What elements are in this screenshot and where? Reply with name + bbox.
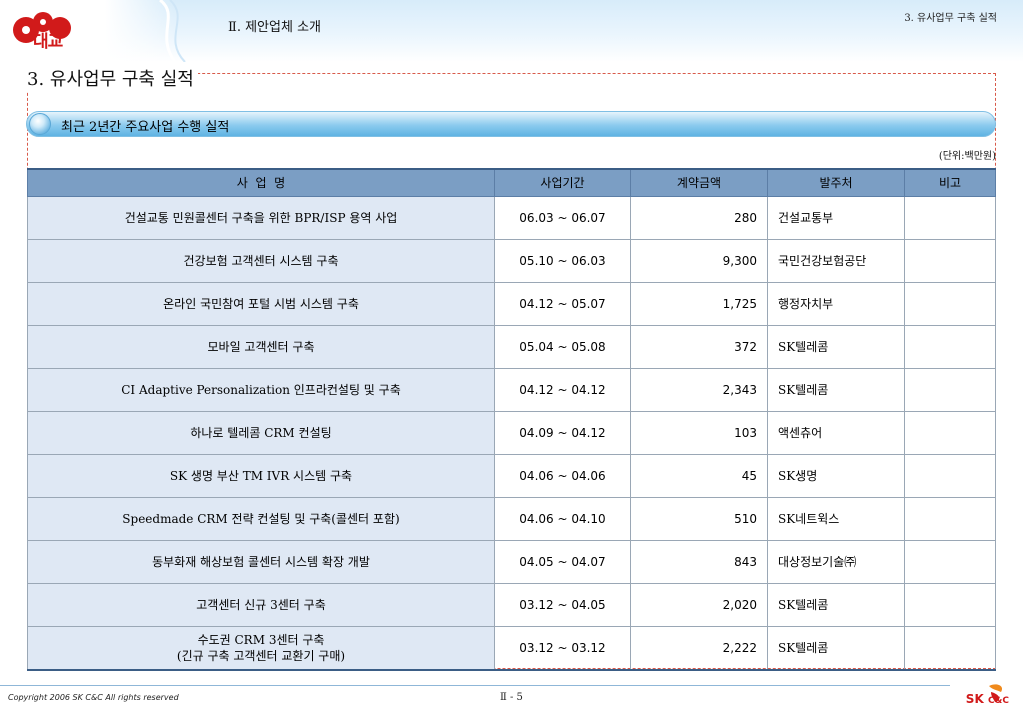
project-client: SK텔레콤 — [767, 367, 905, 412]
header-client: 발주처 — [767, 168, 905, 197]
project-name: CI Adaptive Personalization 인프라컨설팅 및 구축 — [27, 367, 495, 412]
project-note — [904, 195, 996, 240]
project-note — [904, 453, 996, 498]
page-title: 3. 유사업무 구축 실적 — [27, 68, 198, 92]
project-name: Speedmade CRM 전략 컨설팅 및 구축(콜센터 포함) — [27, 496, 495, 541]
project-note — [904, 410, 996, 455]
project-amount: 103 — [630, 410, 768, 455]
header-period: 사업기간 — [494, 168, 631, 197]
project-period: 03.12 ~ 03.12 — [494, 625, 631, 671]
sk-brand-sub: C&C — [987, 696, 1009, 706]
corner-title: 3. 유사업무 구축 실적 — [904, 13, 997, 24]
project-amount: 843 — [630, 539, 768, 584]
project-client: 국민건강보험공단 — [767, 238, 905, 283]
project-note — [904, 238, 996, 283]
project-client: 대상정보기술㈜ — [767, 539, 905, 584]
project-name-line1: 수도권 CRM 3센터 구축 — [197, 632, 325, 647]
project-client: SK네트윅스 — [767, 496, 905, 541]
project-amount: 2,343 — [630, 367, 768, 412]
project-amount: 9,300 — [630, 238, 768, 283]
project-name-line2: (긴규 구축 고객센터 교환기 구매) — [176, 648, 346, 663]
table-header-row: 사 업 명 사업기간 계약금액 발주처 비고 — [27, 168, 996, 197]
project-period: 06.03 ~ 06.07 — [494, 195, 631, 240]
project-client: SK텔레콤 — [767, 625, 905, 671]
project-note — [904, 324, 996, 369]
project-amount: 2,222 — [630, 625, 768, 671]
project-client: SK텔레콤 — [767, 582, 905, 627]
project-period: 04.12 ~ 05.07 — [494, 281, 631, 326]
project-note — [904, 539, 996, 584]
header-amount: 계약금액 — [630, 168, 768, 197]
project-amount: 280 — [630, 195, 768, 240]
project-name: 수도권 CRM 3센터 구축 (긴규 구축 고객센터 교환기 구매) — [27, 625, 495, 671]
project-amount: 372 — [630, 324, 768, 369]
project-amount: 1,725 — [630, 281, 768, 326]
table-row: 온라인 국민참여 포털 시범 시스템 구축 04.12 ~ 05.07 1,72… — [27, 281, 996, 326]
project-period: 05.04 ~ 05.08 — [494, 324, 631, 369]
project-period: 04.06 ~ 04.10 — [494, 496, 631, 541]
project-period: 04.12 ~ 04.12 — [494, 367, 631, 412]
project-client: 행정자치부 — [767, 281, 905, 326]
project-client: SK생명 — [767, 453, 905, 498]
project-amount: 2,020 — [630, 582, 768, 627]
project-client: 액센츄어 — [767, 410, 905, 455]
project-amount: 45 — [630, 453, 768, 498]
project-period: 04.06 ~ 04.06 — [494, 453, 631, 498]
copyright-text: Copyright 2006 SK C&C All rights reserve… — [8, 693, 179, 702]
project-name: 온라인 국민참여 포털 시범 시스템 구축 — [27, 281, 495, 326]
subheading-bar: 최근 2년간 주요사업 수행 실적 — [26, 111, 996, 137]
project-note — [904, 582, 996, 627]
table-row: 하나로 텔레콤 CRM 컨설팅 04.09 ~ 04.12 103 액센츄어 — [27, 410, 996, 455]
table-row: CI Adaptive Personalization 인프라컨설팅 및 구축 … — [27, 367, 996, 412]
project-period: 03.12 ~ 04.05 — [494, 582, 631, 627]
project-name: 동부화재 해상보험 콜센터 시스템 확장 개발 — [27, 539, 495, 584]
project-amount: 510 — [630, 496, 768, 541]
project-period: 04.09 ~ 04.12 — [494, 410, 631, 455]
table-row: 모바일 고객센터 구축 05.04 ~ 05.08 372 SK텔레콤 — [27, 324, 996, 369]
footer-divider — [0, 685, 950, 686]
section-title: Ⅱ. 제안업체 소개 — [228, 20, 321, 35]
bullet-orb-icon — [29, 113, 51, 135]
table-row: 건강보험 고객센터 시스템 구축 05.10 ~ 06.03 9,300 국민건… — [27, 238, 996, 283]
project-name: 하나로 텔레콤 CRM 컨설팅 — [27, 410, 495, 455]
project-note — [904, 281, 996, 326]
page-number: Ⅱ - 5 — [500, 692, 523, 703]
header-wave-decoration — [159, 0, 186, 62]
project-note — [904, 496, 996, 541]
project-name: 고객센터 신규 3센터 구축 — [27, 582, 495, 627]
project-name: 건강보험 고객센터 시스템 구축 — [27, 238, 495, 283]
subheading-text: 최근 2년간 주요사업 수행 실적 — [61, 120, 230, 135]
table-row: 동부화재 해상보험 콜센터 시스템 확장 개발 04.05 ~ 04.07 84… — [27, 539, 996, 584]
unit-label: (단위:백만원) — [938, 151, 996, 162]
table-row: 고객센터 신규 3센터 구축 03.12 ~ 04.05 2,020 SK텔레콤 — [27, 582, 996, 627]
project-period: 04.05 ~ 04.07 — [494, 539, 631, 584]
project-client: 건설교통부 — [767, 195, 905, 240]
project-table: 사 업 명 사업기간 계약금액 발주처 비고 건설교통 민원콜센터 구축을 위한… — [27, 168, 996, 671]
project-client: SK텔레콤 — [767, 324, 905, 369]
header-project-name: 사 업 명 — [27, 168, 495, 197]
table-row: 건설교통 민원콜센터 구축을 위한 BPR/ISP 용역 사업 06.03 ~ … — [27, 195, 996, 240]
sk-brand: SK C&C — [966, 692, 1009, 706]
project-name: 건설교통 민원콜센터 구축을 위한 BPR/ISP 용역 사업 — [27, 195, 495, 240]
sk-brand-main: SK — [965, 692, 984, 706]
table-row: 수도권 CRM 3센터 구축 (긴규 구축 고객센터 교환기 구매) 03.12… — [27, 625, 996, 671]
table-row: SK 생명 부산 TM IVR 시스템 구축 04.06 ~ 04.06 45 … — [27, 453, 996, 498]
logo-text: 대교 — [33, 32, 63, 52]
project-period: 05.10 ~ 06.03 — [494, 238, 631, 283]
project-note — [904, 367, 996, 412]
table-row: Speedmade CRM 전략 컨설팅 및 구축(콜센터 포함) 04.06 … — [27, 496, 996, 541]
header-note: 비고 — [904, 168, 996, 197]
project-name: SK 생명 부산 TM IVR 시스템 구축 — [27, 453, 495, 498]
project-name: 모바일 고객센터 구축 — [27, 324, 495, 369]
project-note — [904, 625, 996, 671]
